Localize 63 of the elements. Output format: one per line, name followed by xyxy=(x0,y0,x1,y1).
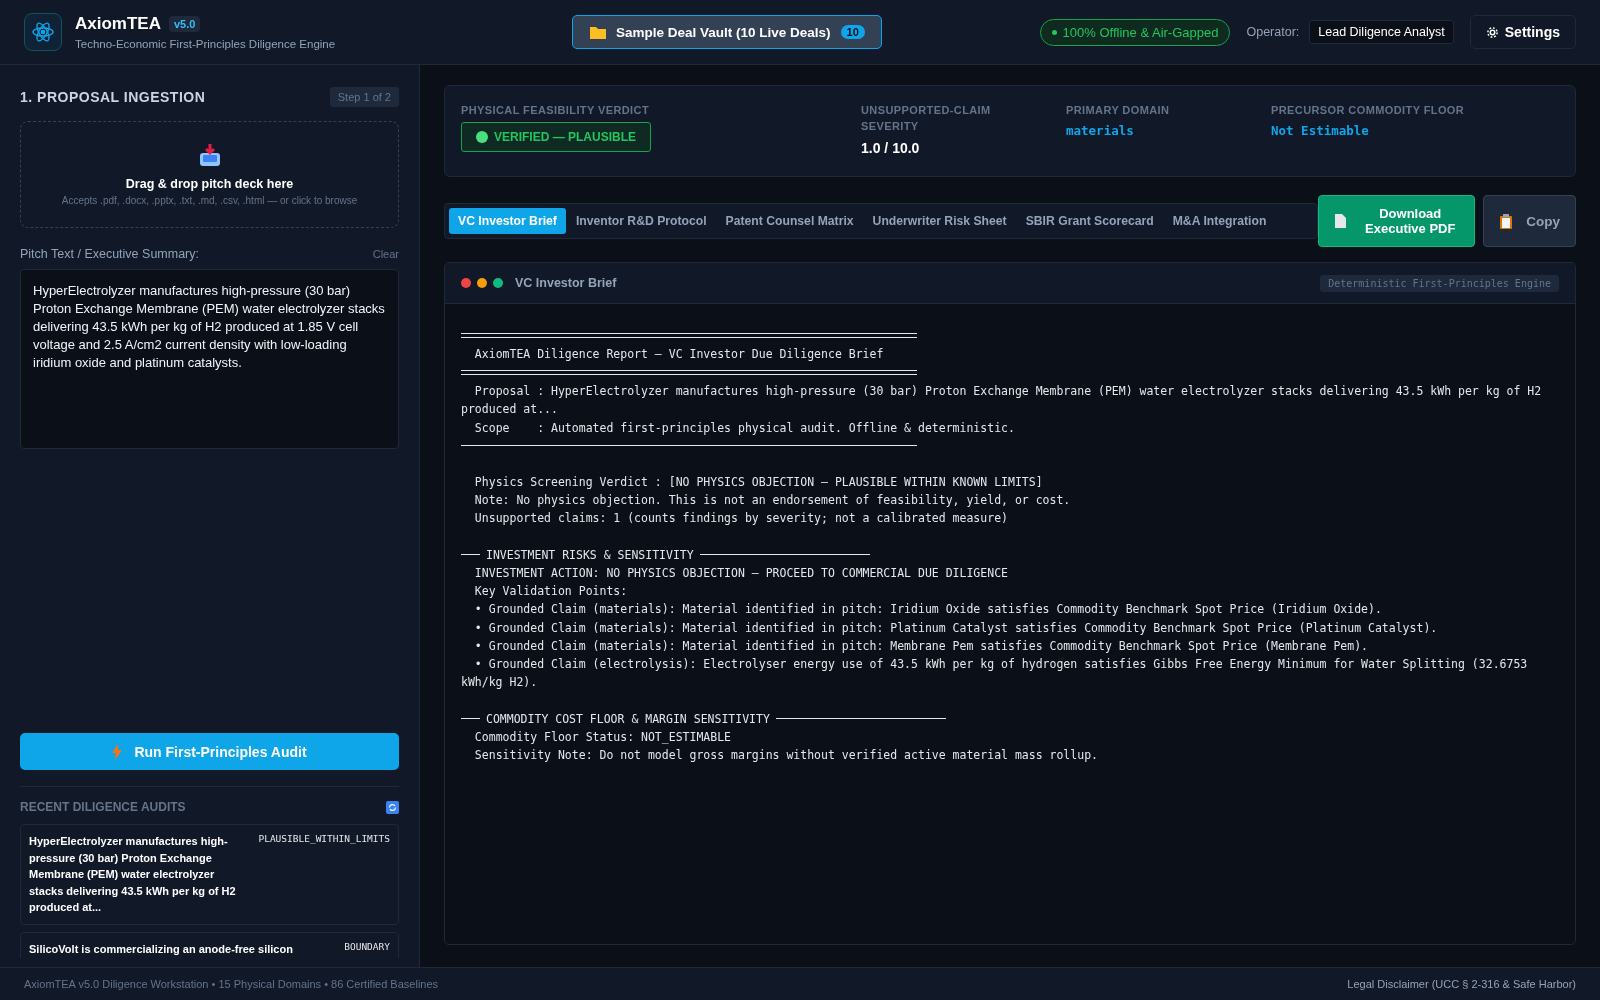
engine-tag: Deterministic First-Principles Engine xyxy=(1320,274,1559,292)
legal-disclaimer-link[interactable]: Legal Disclaimer (UCC § 2-316 & Safe Harbor) xyxy=(1347,978,1576,990)
domain-label: PRIMARY DOMAIN xyxy=(1066,103,1171,118)
sample-vault-button[interactable]: Sample Deal Vault (10 Live Deals) 10 xyxy=(572,15,882,49)
atom-icon xyxy=(24,13,62,51)
report-title: VC Investor Brief xyxy=(515,276,617,290)
report-line: Note: No physics objection. This is not an endorsement of feasibility, yield, or cost. xyxy=(473,492,1071,510)
dropzone[interactable]: Drag & drop pitch deck here Accepts .pdf, .docx, .pptx, .txt, .md, .csv, .html — or click to browse xyxy=(20,121,399,228)
version-badge: v5.0 xyxy=(168,16,201,32)
floor-value: Not Estimable xyxy=(1271,123,1370,138)
settings-icon xyxy=(1485,25,1499,39)
report-section-heading: COMMODITY COST FLOOR & MARGIN SENSITIVITY xyxy=(486,710,770,728)
operator-label: Operator: xyxy=(1246,25,1300,39)
report-line: INVESTMENT ACTION: NO PHYSICS OBJECTION — PROCEED TO COMMERCIAL DUE DILIGENCE xyxy=(473,565,1008,582)
tab[interactable]: Underwriter Risk Sheet xyxy=(863,208,1016,234)
step-badge: Step 1 of 2 xyxy=(329,87,399,107)
report-line: • Grounded Claim (materials): Material identified in pitch: Iridium Oxide satisfies Commodity Benchmark Spot Price (Iridium Oxide). xyxy=(473,601,1382,619)
recent-audits-title: RECENT DILIGENCE AUDITS xyxy=(20,800,186,814)
report-line: AxiomTEA Diligence Report — VC Investor Due Diligence Brief xyxy=(473,346,884,363)
dropzone-title: Drag & drop pitch deck here xyxy=(125,177,294,191)
verdict-badge: VERIFIED — PLAUSIBLE xyxy=(461,122,651,152)
report-line: • Grounded Claim (electrolysis): Electrolyser energy use of 43.5 kWh per kg of hydrogen satisfies Gibbs Free Energy Minimum for Water Splitting (32.6753 kWh/kg H2). xyxy=(461,656,1529,692)
floor-label: PRECURSOR COMMODITY FLOOR xyxy=(1271,103,1465,118)
report-line: Key Validation Points: xyxy=(473,583,628,601)
panel-title: 1. PROPOSAL INGESTION xyxy=(20,89,206,105)
severity-label: UNSUPPORTED-CLAIM SEVERITY xyxy=(861,103,992,134)
tab[interactable]: Patent Counsel Matrix xyxy=(716,208,863,234)
report-line: • Grounded Claim (materials): Material identified in pitch: Platinum Catalyst satisfies Commodity Benchmark Spot Price (Platinum Catalyst). xyxy=(473,619,1438,637)
folder-icon xyxy=(590,25,606,39)
clear-link[interactable]: Clear xyxy=(372,248,399,260)
report-section-heading: INVESTMENT RISKS & SENSITIVITY xyxy=(486,546,694,564)
settings-button[interactable]: Settings xyxy=(1469,15,1576,49)
severity-value: 1.0 / 10.0 xyxy=(861,140,921,156)
refresh-icon[interactable] xyxy=(386,800,399,814)
footer-info: AxiomTEA v5.0 Diligence Workstation • 15 Physical Domains • 86 Certified Baselines xyxy=(24,978,439,990)
report-line: • Grounded Claim (materials): Material identified in pitch: Membrane Pem satisfies Commodity Benchmark Spot Price (Membrane Pem). xyxy=(473,637,1368,655)
report-line: Proposal : HyperElectrolyzer manufactures high-pressure (30 bar) Proton Exchange Membrane (PEM) water electrolyzer stacks delivering 43.5 kWh per kg of H2 produced at... xyxy=(461,383,1543,419)
pitch-label: Pitch Text / Executive Summary: xyxy=(20,247,199,261)
report-line: Commodity Floor Status: NOT_ESTIMABLE xyxy=(473,728,732,746)
domain-value: materials xyxy=(1066,123,1135,138)
recent-audit-item[interactable]: SilicoVolt is commercializing an anode-free silicon BOUNDARY xyxy=(20,931,399,958)
tab[interactable]: Inventor R&D Protocol xyxy=(566,208,716,234)
inbox-icon xyxy=(198,143,221,167)
recent-audit-item[interactable]: HyperElectrolyzer manufactures high-pressure (30 bar) Proton Exchange Membrane (PEM) water electrolyzer stacks delivering 43.5 kWh per kg of H2 produced at... PLAUSIBLE_WITHIN_LIMITS xyxy=(20,824,399,925)
tagline: Techno-Economic First-Principles Diligence Engine xyxy=(75,38,336,50)
operator-field[interactable]: Lead Diligence Analyst xyxy=(1309,20,1454,44)
window-controls-icon xyxy=(461,278,503,288)
report-line: Scope : Automated first-principles physical audit. Offline & deterministic. xyxy=(473,419,1015,437)
offline-status-pill: 100% Offline & Air-Gapped xyxy=(1039,18,1231,46)
pitch-text-area[interactable]: HyperElectrolyzer manufactures high-pressure (30 bar) Proton Exchange Membrane (PEM) water electrolyzer stacks delivering 43.5 kWh per kg of H2 produced at 1.85 V cell voltage and 2.5 A/cm2 current density with low-loading iridium oxide and platinum catalysts. xyxy=(20,269,399,449)
lightning-icon xyxy=(112,743,123,760)
download-pdf-button[interactable]: Download Executive PDF xyxy=(1318,195,1476,247)
verdict-label: PHYSICAL FEASIBILITY VERDICT xyxy=(461,103,651,118)
app-name: AxiomTEA xyxy=(75,14,161,34)
tab[interactable]: SBIR Grant Scorecard xyxy=(1016,208,1163,234)
document-icon xyxy=(1335,214,1347,228)
tab[interactable]: M&A Integration xyxy=(1163,208,1276,234)
report-line: Physics Screening Verdict : [NO PHYSICS OBJECTION — PLAUSIBLE WITHIN KNOWN LIMITS] xyxy=(473,474,1043,491)
report-line: Sensitivity Note: Do not model gross margins without verified active material mass rollup. xyxy=(473,747,1098,764)
dropzone-hint: Accepts .pdf, .docx, .pptx, .txt, .md, .csv, .html — or click to browse xyxy=(61,195,358,206)
report-line: Unsupported claims: 1 (counts findings by severity; not a calibrated measure) xyxy=(473,510,1008,528)
copy-button[interactable]: Copy xyxy=(1483,195,1576,247)
clipboard-icon xyxy=(1500,213,1513,229)
